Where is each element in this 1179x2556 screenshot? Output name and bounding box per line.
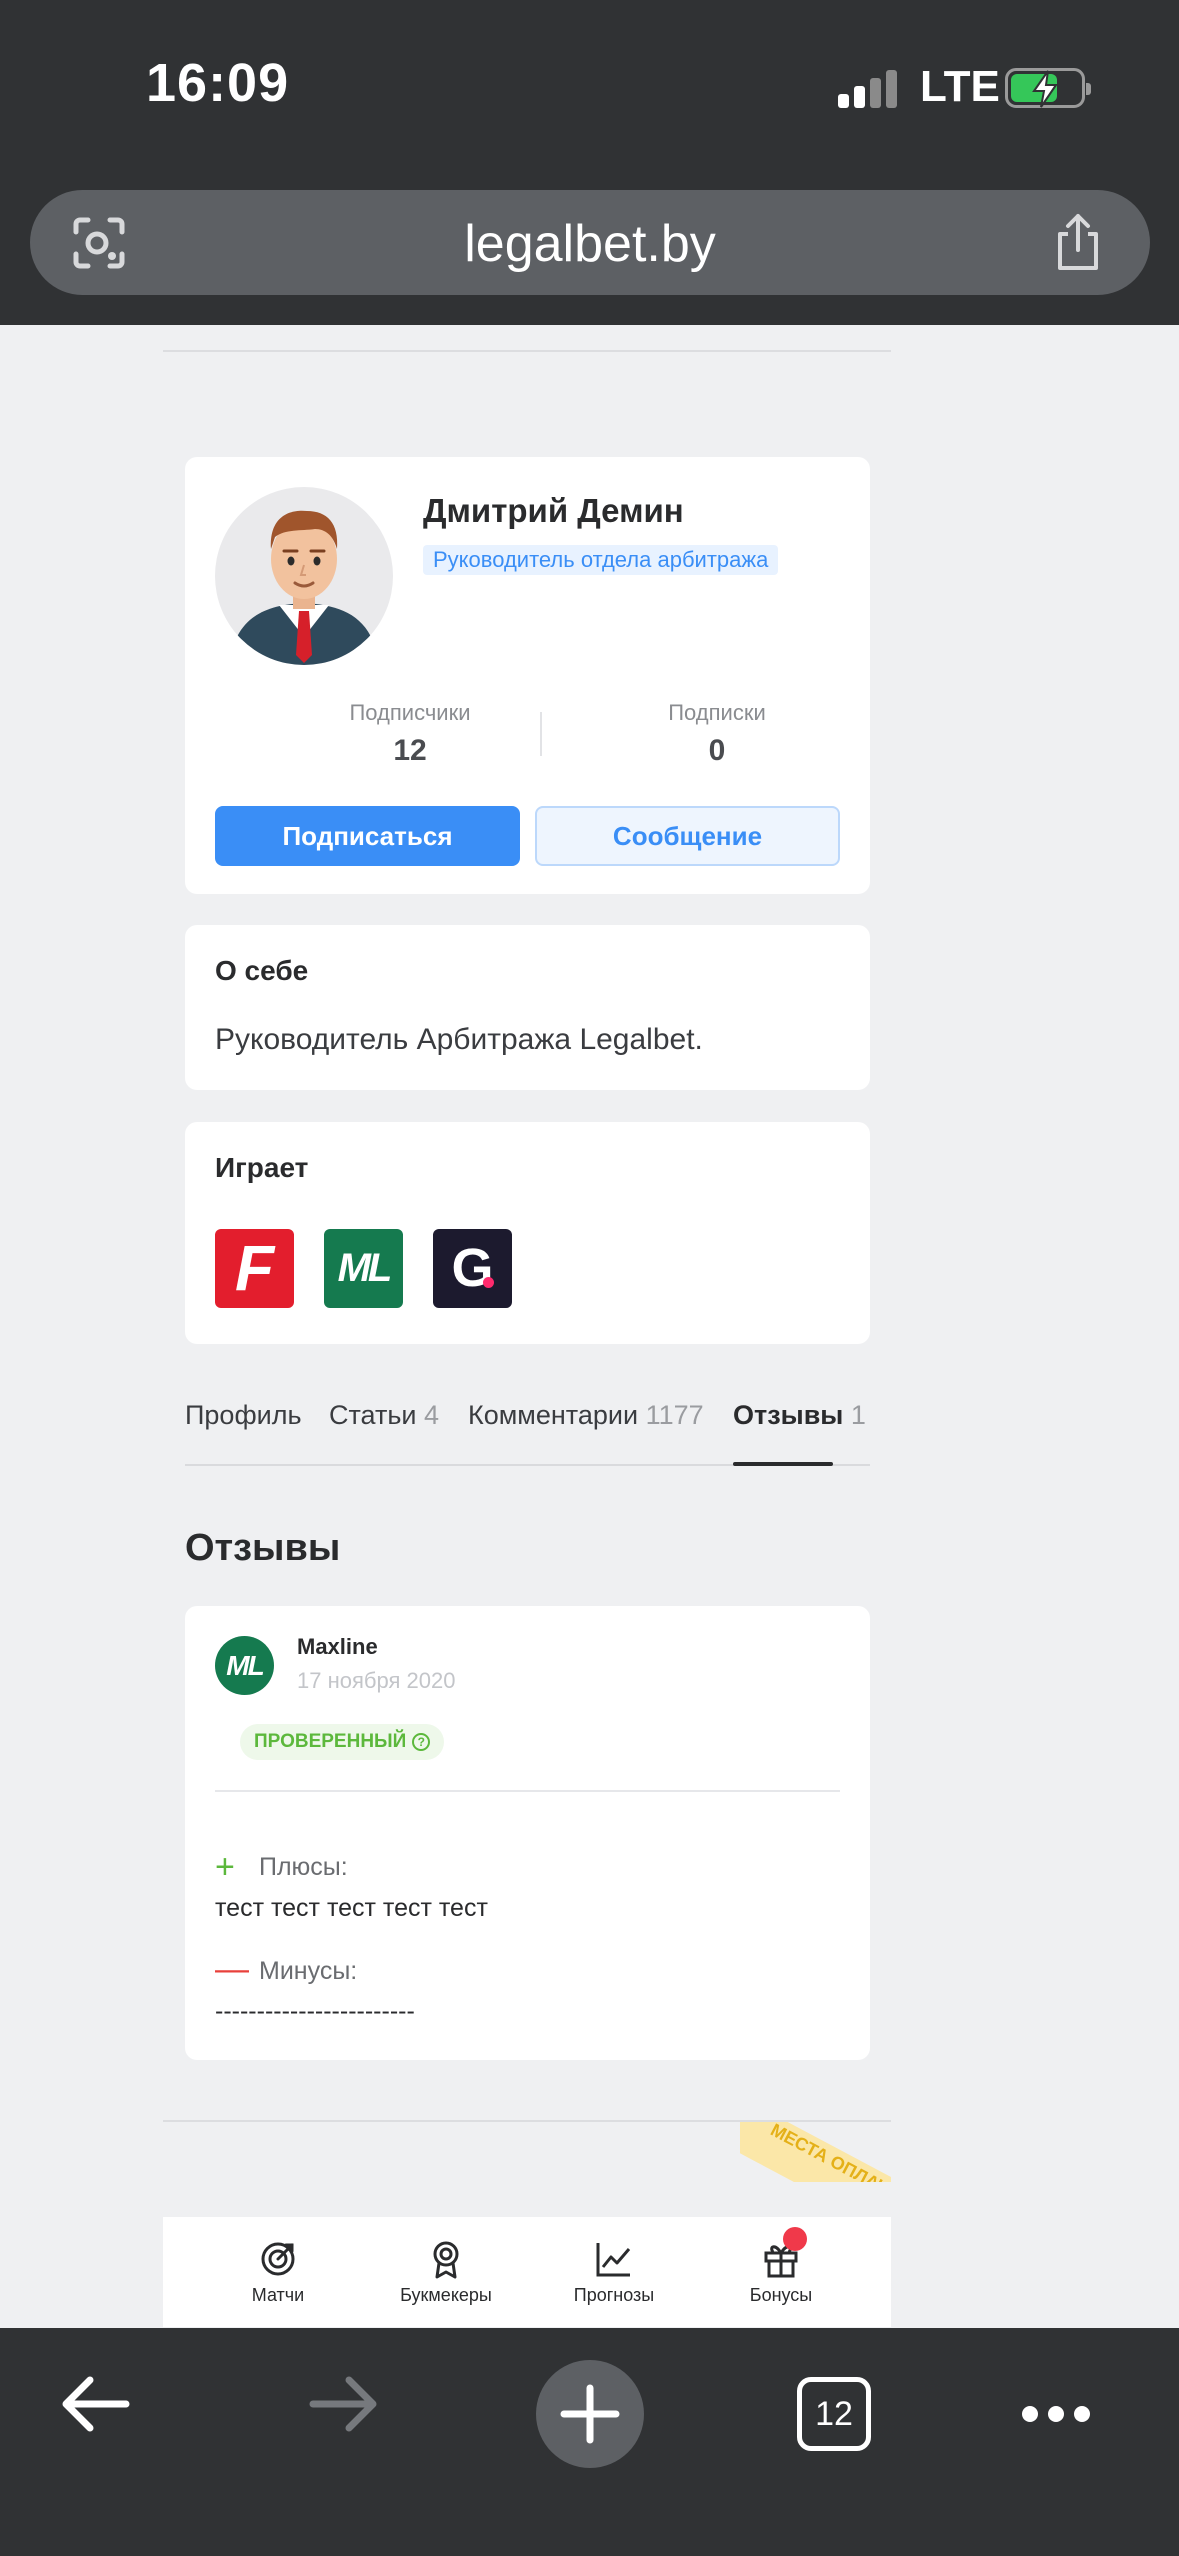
cons-text: ------------------------ — [215, 1997, 415, 2025]
avatar — [215, 487, 393, 665]
network-label: LTE — [920, 62, 1000, 111]
tab-articles[interactable]: Статьи 4 — [329, 1400, 439, 1431]
share-icon[interactable] — [1050, 210, 1106, 274]
stat-divider — [540, 712, 542, 756]
about-text: Руководитель Арбитража Legalbet. — [215, 1023, 703, 1056]
target-icon — [261, 2242, 295, 2276]
forward-arrow-icon[interactable] — [305, 2366, 381, 2442]
help-icon[interactable]: ? — [412, 1733, 431, 1751]
message-button[interactable]: Сообщение — [535, 806, 840, 866]
following-count: 0 — [708, 734, 726, 767]
site-bottom-nav: Матчи Букмекеры Прогнозы Бонусы — [163, 2217, 891, 2327]
back-arrow-icon[interactable] — [58, 2366, 134, 2442]
more-icon[interactable] — [1022, 2406, 1100, 2427]
fonbet-logo[interactable]: F — [215, 1229, 294, 1308]
nav-bonuses[interactable]: Бонусы — [711, 2239, 851, 2306]
address-bar[interactable]: legalbet.by — [30, 190, 1150, 295]
maxline-logo[interactable]: ML — [324, 1229, 403, 1308]
battery-icon — [1005, 68, 1091, 108]
following-stat[interactable]: Подписки 0 — [607, 700, 827, 768]
browser-top-chrome: 16:09 LTE legalbet.by — [0, 0, 1179, 325]
divider — [163, 350, 891, 352]
cons-label: Минусы: — [259, 1957, 358, 1985]
browser-toolbar: 12 — [0, 2328, 1179, 2556]
chart-icon — [596, 2243, 631, 2277]
new-tab-button[interactable] — [536, 2360, 644, 2468]
tab-comments[interactable]: Комментарии 1177 — [468, 1400, 704, 1431]
review-bookmaker[interactable]: Maxline — [297, 1634, 378, 1660]
about-title: О себе — [215, 955, 309, 986]
promo-ribbon: МЕСТА ОПЛАЧЕН — [740, 2122, 891, 2182]
tab-reviews[interactable]: Отзывы 1 — [733, 1400, 866, 1431]
plays-card: Играет F ML G — [185, 1122, 870, 1344]
plays-title: Играет — [215, 1152, 309, 1183]
profile-tabs: Профиль Статьи 4 Комментарии 1177 Отзывы… — [185, 1400, 870, 1466]
award-icon — [433, 2241, 459, 2279]
nav-predictions[interactable]: Прогнозы — [544, 2239, 684, 2306]
active-tab-indicator — [733, 1462, 833, 1466]
gg-logo-text: G — [451, 1238, 494, 1298]
pros-label: Плюсы: — [259, 1853, 348, 1881]
followers-count: 12 — [393, 734, 427, 767]
review-date: 17 ноября 2020 — [297, 1668, 456, 1693]
promo-text: МЕСТА ОПЛАЧЕН — [740, 2122, 891, 2182]
nav-matches[interactable]: Матчи — [208, 2239, 348, 2306]
minus-icon: — — [215, 1950, 249, 1988]
verified-badge: ПРОВЕРЕННЫЙ? — [240, 1724, 445, 1760]
about-card: О себе Руководитель Арбитража Legalbet. — [185, 925, 870, 1090]
review-card: ML Maxline 17 ноября 2020 ПРОВЕРЕННЫЙ? +… — [185, 1606, 870, 2060]
subscribe-button[interactable]: Подписаться — [215, 806, 520, 866]
pros-text: тест тест тест тест тест — [215, 1894, 488, 1922]
status-time: 16:09 — [146, 53, 290, 113]
tabs-button[interactable]: 12 — [797, 2377, 871, 2451]
plus-icon — [560, 2384, 620, 2444]
signal-icon — [838, 68, 898, 108]
tab-profile[interactable]: Профиль — [185, 1400, 302, 1431]
notification-dot — [783, 2227, 807, 2251]
gg-logo[interactable]: G — [433, 1229, 512, 1308]
url-text[interactable]: legalbet.by — [30, 214, 1150, 274]
maxline-logo[interactable]: ML — [215, 1636, 274, 1695]
followers-label: Подписчики — [349, 700, 471, 725]
reviews-heading: Отзывы — [185, 1527, 341, 1569]
followers-stat[interactable]: Подписчики 12 — [300, 700, 520, 768]
profile-card: Дмитрий Демин Руководитель отдела арбитр… — [185, 457, 870, 894]
divider — [215, 1790, 840, 1792]
nav-bookmakers[interactable]: Букмекеры — [376, 2239, 516, 2306]
plus-icon: + — [215, 1848, 235, 1886]
following-label: Подписки — [668, 700, 766, 725]
profile-name: Дмитрий Демин — [423, 492, 684, 529]
role-badge: Руководитель отдела арбитража — [423, 545, 779, 575]
